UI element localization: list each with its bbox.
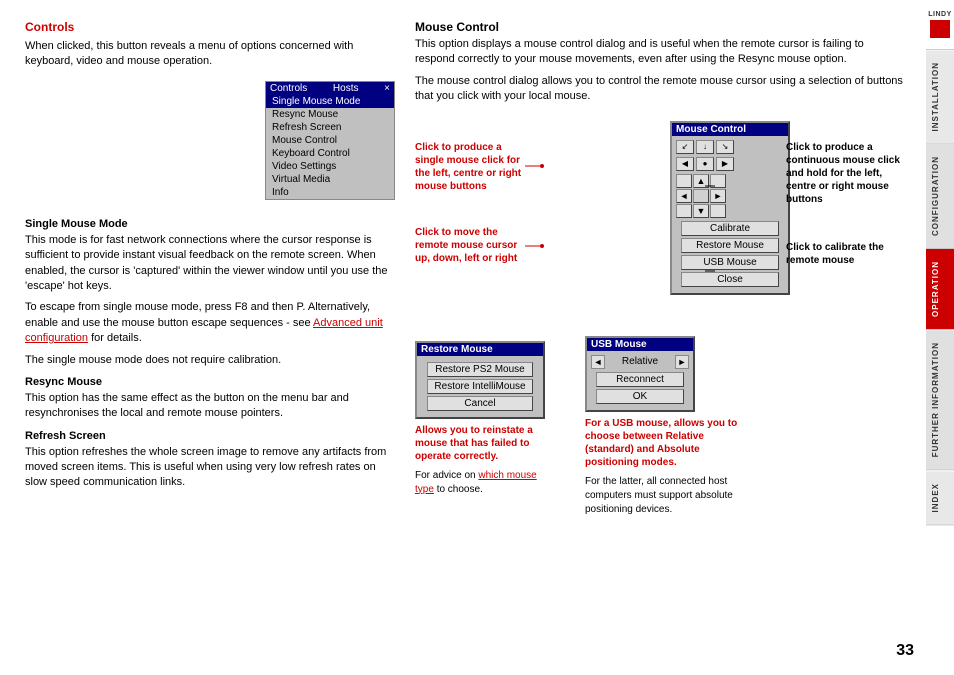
center-btn[interactable]: ↓: [696, 140, 714, 154]
usb-title: USB Mouse: [587, 338, 693, 351]
logo-text: LINDY: [928, 11, 952, 18]
menu-title-hosts: Hosts: [333, 83, 359, 94]
dialog-body: ↙ ↓ ↘ ◀ ● ▶ ▲ ◄: [672, 136, 788, 293]
main-content: Controls When clicked, this button revea…: [0, 0, 926, 675]
sidebar-item-index[interactable]: INDEX: [926, 471, 954, 525]
restore-dialog: Restore Mouse Restore PS2 Mouse Restore …: [415, 341, 545, 419]
controls-intro: When clicked, this button reveals a menu…: [25, 39, 395, 70]
sidebar: LINDY INSTALLATION CONFIGURATION OPERATI…: [926, 0, 954, 675]
menu-title-bar: Controls Hosts ×: [266, 82, 394, 95]
arrow-controls: ▲ ◄ ► ▼: [676, 174, 784, 218]
mouse-control-dialog: Mouse Control ↙ ↓ ↘ ◀ ● ▶: [670, 121, 790, 295]
controls-title: Controls: [25, 20, 395, 34]
single-mouse-text2: To escape from single mouse mode, press …: [25, 300, 395, 346]
usb-mouse-btn[interactable]: USB Mouse: [681, 255, 778, 270]
cont-center-btn[interactable]: ●: [696, 157, 714, 171]
usb-dialog-wrapper: USB Mouse ◄ Relative ► Reconnect OK For …: [585, 336, 745, 523]
restore-cancel-btn[interactable]: Cancel: [427, 396, 533, 411]
arrow-left[interactable]: ◄: [676, 189, 692, 203]
arrow-up-right[interactable]: [710, 174, 726, 188]
arrow-up-left[interactable]: [676, 174, 692, 188]
annotation-click-single: Click to produce a single mouse click fo…: [415, 141, 525, 199]
menu-item-virtual[interactable]: Virtual Media: [266, 173, 394, 186]
sidebar-item-operation[interactable]: OPERATION: [926, 249, 954, 330]
usb-prev-btn[interactable]: ◄: [591, 355, 605, 369]
mouse-control-intro: This option displays a mouse control dia…: [415, 37, 906, 68]
menu-item-info[interactable]: Info: [266, 186, 394, 199]
restore-body: Restore PS2 Mouse Restore IntelliMouse C…: [417, 356, 543, 417]
usb-option-label: Relative: [607, 356, 673, 367]
arrow-down-left[interactable]: [676, 204, 692, 218]
cont-left-btn[interactable]: ◀: [676, 157, 694, 171]
resync-mouse-heading: Resync Mouse: [25, 376, 395, 388]
usb-ok-btn[interactable]: OK: [596, 389, 684, 404]
mouse-control-description: The mouse control dialog allows you to c…: [415, 74, 906, 105]
menu-item-refresh[interactable]: Refresh Screen: [266, 121, 394, 134]
arrow-center[interactable]: [693, 189, 709, 203]
refresh-screen-text: This option refreshes the whole screen i…: [25, 445, 395, 491]
arrow-down[interactable]: ▼: [693, 204, 709, 218]
restore-dialog-wrapper: Restore Mouse Restore PS2 Mouse Restore …: [415, 336, 555, 523]
usb-reconnect-btn[interactable]: Reconnect: [596, 372, 684, 387]
usb-next-btn[interactable]: ►: [675, 355, 689, 369]
restore-ps2-btn[interactable]: Restore PS2 Mouse: [427, 362, 533, 377]
menu-title-controls: Controls: [270, 83, 307, 94]
right-btn[interactable]: ↘: [716, 140, 734, 154]
page-number: 33: [896, 642, 914, 660]
arrow-up[interactable]: ▲: [693, 174, 709, 188]
sidebar-item-further[interactable]: FURTHER INFORMATION: [926, 330, 954, 470]
menu-item-video[interactable]: Video Settings: [266, 160, 394, 173]
menu-item-single-mouse[interactable]: Single Mouse Mode: [266, 95, 394, 108]
controls-menu-screenshot: Controls Hosts × Single Mouse Mode Resyn…: [265, 81, 395, 200]
calibrate-btn[interactable]: Calibrate: [681, 221, 778, 236]
usb-annotation: For a USB mouse, allows you to choose be…: [585, 417, 745, 517]
annotation-click-move: Click to move the remote mouse cursor up…: [415, 226, 525, 271]
annotation-click-calibrate: Click to calibrate the remote mouse: [786, 241, 906, 273]
single-click-row: ↙ ↓ ↘: [676, 140, 784, 154]
menu-close-icon: ×: [384, 83, 390, 94]
close-btn[interactable]: Close: [681, 272, 778, 287]
usb-nav: ◄ Relative ►: [591, 355, 689, 369]
dialog-title: Mouse Control: [672, 123, 788, 136]
refresh-screen-heading: Refresh Screen: [25, 430, 395, 442]
usb-body: ◄ Relative ► Reconnect OK: [587, 351, 693, 410]
single-mouse-heading: Single Mouse Mode: [25, 218, 395, 230]
restore-annotation: Allows you to reinstate a mouse that has…: [415, 424, 555, 497]
logo-box: LINDY: [926, 0, 954, 50]
annotation-click-continuous: Click to produce a continuous mouse clic…: [786, 141, 906, 212]
arrow-down-right[interactable]: [710, 204, 726, 218]
right-column: Mouse Control This option displays a mou…: [415, 20, 906, 655]
restore-intelli-btn[interactable]: Restore IntelliMouse: [427, 379, 533, 394]
restore-title: Restore Mouse: [417, 343, 543, 356]
left-column: Controls When clicked, this button revea…: [25, 20, 395, 655]
mouse-control-title: Mouse Control: [415, 20, 906, 34]
dialogs-row: Restore Mouse Restore PS2 Mouse Restore …: [415, 336, 906, 523]
resync-mouse-text: This option has the same effect as the b…: [25, 391, 395, 422]
left-btn[interactable]: ↙: [676, 140, 694, 154]
arrow-right[interactable]: ►: [710, 189, 726, 203]
menu-item-keyboard[interactable]: Keyboard Control: [266, 147, 394, 160]
menu-item-mouse-control[interactable]: Mouse Control: [266, 134, 394, 147]
restore-mouse-btn[interactable]: Restore Mouse: [681, 238, 778, 253]
logo-red-square: [930, 20, 950, 38]
usb-dialog: USB Mouse ◄ Relative ► Reconnect OK: [585, 336, 695, 412]
sidebar-item-configuration[interactable]: CONFIGURATION: [926, 144, 954, 249]
cont-right-btn[interactable]: ▶: [716, 157, 734, 171]
single-mouse-text4: The single mouse mode does not require c…: [25, 353, 395, 368]
sidebar-item-installation[interactable]: INSTALLATION: [926, 50, 954, 144]
continuous-click-row: ◀ ● ▶: [676, 157, 784, 171]
single-mouse-text1: This mode is for fast network connection…: [25, 233, 395, 295]
menu-item-resync[interactable]: Resync Mouse: [266, 108, 394, 121]
